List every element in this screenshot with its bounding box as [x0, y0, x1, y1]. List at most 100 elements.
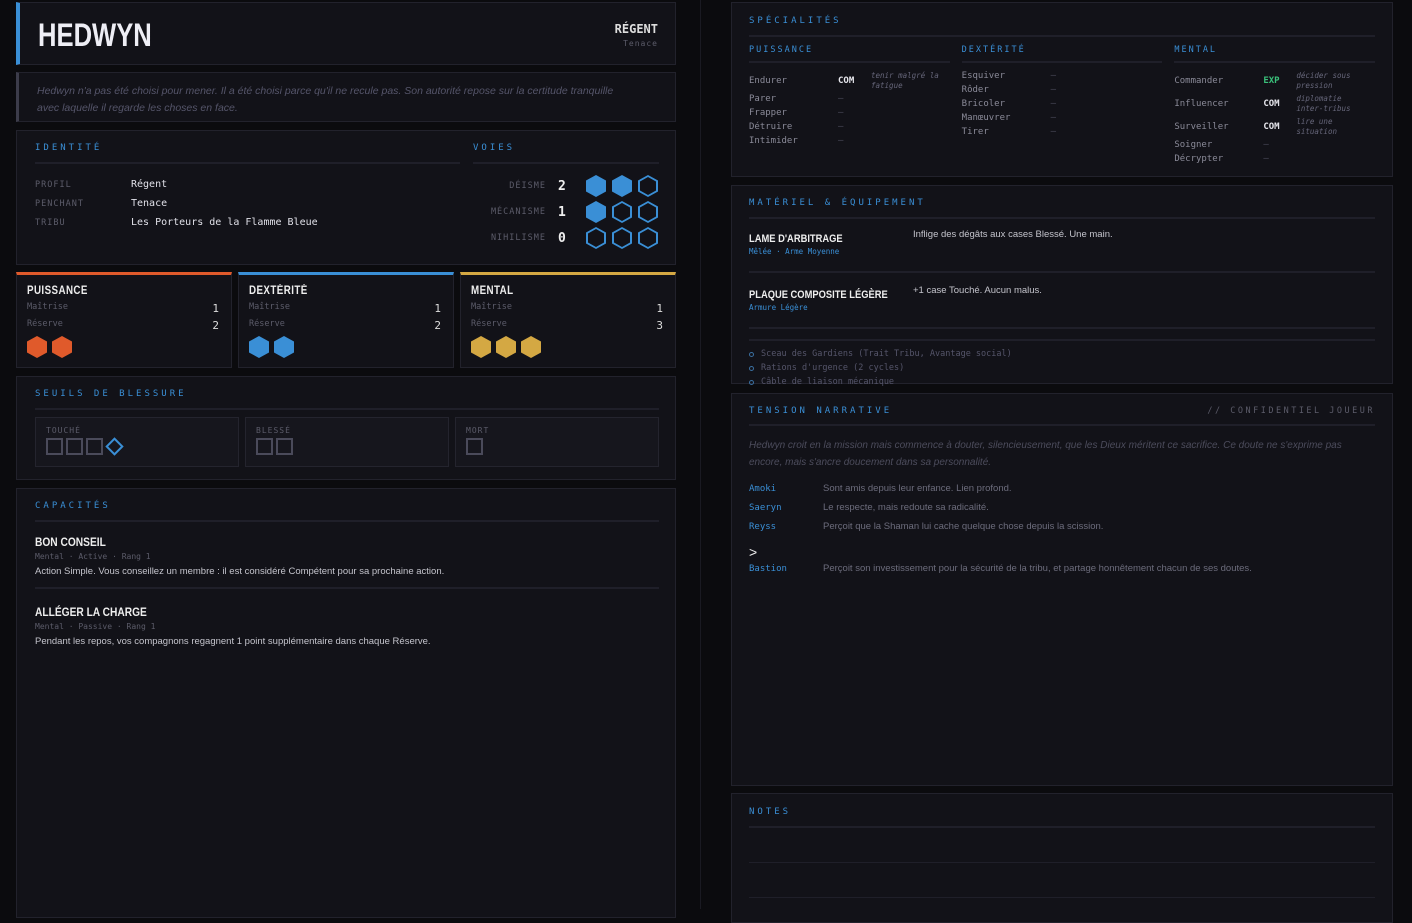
specialty-row[interactable]: Esquiver –	[962, 71, 1163, 85]
stat-name: PUISSANCE	[27, 285, 88, 297]
specialty-row[interactable]: Influencer COM diplomatie inter-tribus	[1174, 94, 1375, 117]
capacity-desc: Action Simple. Vous conseillez un membre…	[35, 566, 445, 577]
specialty-row[interactable]: Parer –	[749, 94, 950, 108]
hex-filled-icon[interactable]	[586, 175, 606, 197]
stat-card-puissance: PUISSANCE Maîtrise 1 Réserve 2	[16, 272, 232, 368]
specialty-name: Détruire	[749, 122, 793, 132]
equipment-panel: MATÉRIEL & ÉQUIPEMENT LAME D'ARBITRAGE Mê…	[731, 185, 1393, 387]
specialty-row[interactable]: Détruire –	[749, 122, 950, 136]
hex-empty-icon[interactable]	[638, 201, 658, 223]
stat-card-dextérité: DEXTÉRITÉ Maîtrise 1 Réserve 2	[238, 272, 454, 368]
relation-row: Bastion Perçoit son investissement pour l…	[749, 559, 1375, 578]
hex-empty-icon[interactable]	[586, 227, 606, 249]
specialty-row[interactable]: Manœuvrer –	[962, 113, 1163, 127]
relation-row: Reyss Perçoit que la Shaman lui cache que…	[749, 517, 1375, 536]
hex-filled-icon[interactable]	[612, 175, 632, 197]
misc-items: Sceau des Gardiens (Trait Tribu, Avantag…	[749, 339, 1375, 389]
specialty-name: Rôder	[961, 85, 989, 95]
wound-box[interactable]	[276, 438, 293, 455]
hex-empty-icon[interactable]	[638, 175, 658, 197]
relation-row: Saeryn Le respecte, mais redoute sa radic…	[749, 498, 1375, 517]
notes-line[interactable]	[749, 862, 1375, 863]
identity-label: PENCHANT	[35, 198, 84, 209]
wound-box[interactable]	[256, 438, 273, 455]
relation-name[interactable]: Bastion	[749, 564, 823, 574]
stat-mastery-value: 1	[656, 302, 663, 315]
misc-item: Sceau des Gardiens (Trait Tribu, Avantag…	[749, 347, 1375, 361]
relation-row: Amoki Sont amis depuis leur enfance. Lien…	[749, 479, 1375, 498]
specialty-name: Décrypter	[1174, 154, 1224, 164]
capacities-title: CAPACITÉS	[35, 501, 659, 522]
hex-filled-icon[interactable]	[586, 201, 606, 223]
specialty-row[interactable]: Tirer –	[962, 127, 1163, 141]
stat-mastery-label: Maîtrise	[27, 302, 68, 312]
relation-name[interactable]: Reyss	[749, 522, 823, 532]
relation-desc: Perçoit que la Shaman lui cache quelque …	[823, 521, 1104, 532]
misc-item: Câble de liaison mécanique	[749, 375, 1375, 389]
specialty-level: –	[838, 136, 844, 146]
stat-name: MENTAL	[471, 285, 514, 297]
specialty-level: –	[838, 108, 844, 118]
notes-panel: NOTES	[731, 793, 1393, 923]
relation-name[interactable]: Saeryn	[749, 503, 823, 513]
equipment-meta: Armure Légère	[749, 303, 808, 312]
tension-text: Hedwyn croit en la mission mais commence…	[749, 440, 1342, 468]
tension-title: TENSION NARRATIVE	[749, 406, 893, 416]
specialty-row[interactable]: Surveiller COM lire une situation	[1174, 117, 1375, 140]
equipment-title: MATÉRIEL & ÉQUIPEMENT	[749, 198, 1375, 219]
stat-name: DEXTÉRITÉ	[249, 285, 308, 297]
specialty-name: Commander	[1174, 76, 1224, 86]
hex-empty-icon[interactable]	[638, 227, 658, 249]
reserve-hex-icon[interactable]	[27, 336, 47, 358]
specialty-row[interactable]: Décrypter –	[1174, 154, 1375, 168]
notes-line[interactable]	[749, 897, 1375, 898]
armor-diamond-icon[interactable]	[105, 437, 124, 456]
equipment-desc: Inflige des dégâts aux cases Blessé. Une…	[913, 229, 1113, 240]
specialty-row[interactable]: Intimider –	[749, 136, 950, 150]
identity-row: TRIBU Les Porteurs de la Flamme Bleue	[35, 213, 318, 232]
specialty-name: Intimider	[749, 136, 798, 146]
specialty-level: –	[1050, 113, 1057, 123]
voie-label: MÉCANISME	[490, 207, 546, 217]
capacity-desc: Pendant les repos, vos compagnons regagn…	[35, 636, 431, 647]
specialty-row[interactable]: Frapper –	[749, 108, 950, 122]
specialty-name: Endurer	[749, 76, 787, 86]
specialty-name: Surveiller	[1174, 122, 1229, 132]
stat-reserve-label: Réserve	[27, 319, 63, 329]
identity-label: PROFIL	[35, 179, 72, 190]
specialty-column-mental: MENTAL Commander EXP décider sous pression I…	[1174, 45, 1376, 168]
voies-title: VOIES	[473, 143, 659, 164]
reserve-hex-icon[interactable]	[496, 336, 516, 358]
reserve-hex-icon[interactable]	[249, 336, 269, 358]
wound-box[interactable]	[66, 438, 83, 455]
specialty-row[interactable]: Bricoler –	[962, 99, 1163, 113]
reserve-hex-icon[interactable]	[274, 336, 294, 358]
wound-box[interactable]	[46, 438, 63, 455]
hex-empty-icon[interactable]	[612, 227, 632, 249]
wound-box[interactable]	[466, 438, 483, 455]
chevron-right-icon: >	[749, 544, 758, 560]
specialty-column-puissance: PUISSANCE Endurer COM tenir malgré la fatig…	[749, 45, 950, 168]
specialty-level: –	[1050, 99, 1057, 109]
identity-panel: IDENTITÉ PROFIL Régent PENCHANT Tenace TRIBU…	[16, 130, 676, 265]
character-role: RÉGENT	[614, 22, 658, 36]
relation-name[interactable]: Amoki	[749, 484, 823, 494]
specialty-row[interactable]: Soigner –	[1174, 140, 1375, 154]
voie-row: MÉCANISME 1	[491, 199, 658, 225]
specialty-row[interactable]: Commander EXP décider sous pression	[1174, 71, 1375, 94]
reserve-hex-icon[interactable]	[521, 336, 541, 358]
reserve-hex-icon[interactable]	[52, 336, 72, 358]
voie-row: NIHILISME 0	[491, 225, 658, 251]
specialty-name: Soigner	[1174, 140, 1213, 150]
specialty-level: –	[838, 122, 844, 132]
reserve-hex-icon[interactable]	[471, 336, 491, 358]
identity-value: Les Porteurs de la Flamme Bleue	[131, 217, 318, 228]
stat-reserve-value: 3	[656, 319, 663, 332]
wound-box[interactable]	[86, 438, 103, 455]
specialty-note: décider sous pression	[1296, 71, 1351, 90]
specialty-row[interactable]: Rôder –	[962, 85, 1163, 99]
specialty-row[interactable]: Endurer COM tenir malgré la fatigue	[749, 71, 950, 94]
wounds-panel: SEUILS DE BLESSURE TOUCHÉ BLESSÉ MORT	[16, 376, 676, 480]
hex-empty-icon[interactable]	[612, 201, 632, 223]
specialty-column-title: MENTAL	[1174, 45, 1376, 63]
